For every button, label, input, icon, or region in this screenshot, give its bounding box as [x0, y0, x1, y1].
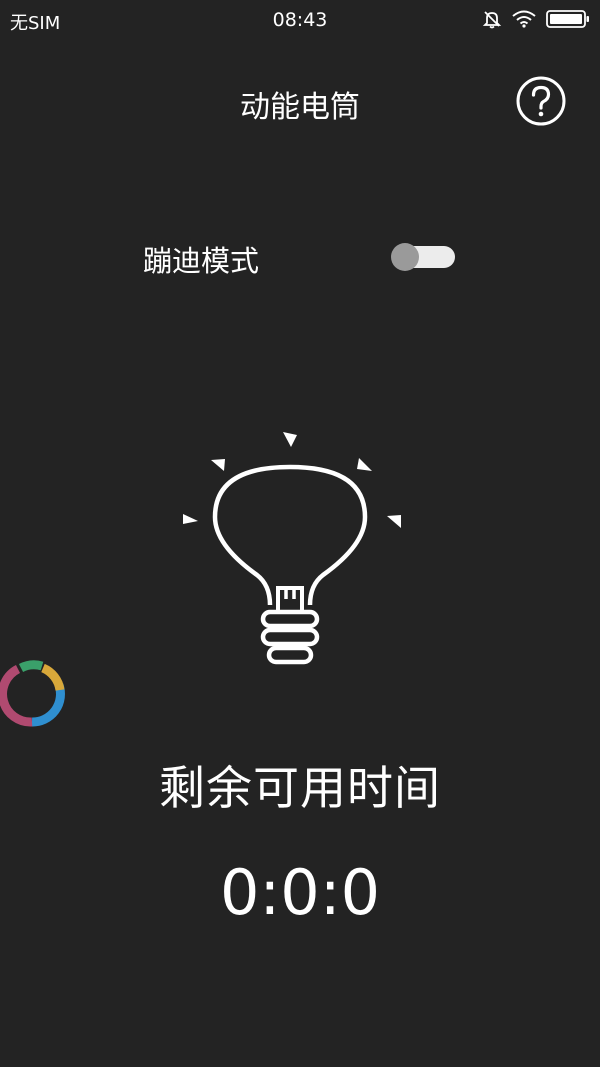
toggle-knob	[391, 243, 419, 271]
mute-bell-icon	[482, 11, 502, 29]
help-circle-icon	[516, 76, 566, 126]
floating-ring-widget[interactable]	[0, 656, 72, 732]
status-icons	[482, 9, 590, 29]
lightbulb-button[interactable]	[175, 425, 425, 685]
status-bar: 无SIM 08:43	[0, 0, 600, 42]
disco-mode-toggle[interactable]	[391, 243, 455, 271]
flashlight-screen: 无SIM 08:43 动能电筒 蹦迪模式 剩余可用时间 0:0:0	[0, 0, 600, 1067]
disco-mode-row: 蹦迪模式	[143, 236, 455, 278]
battery-icon	[546, 10, 589, 28]
remaining-time-label: 剩余可用时间	[159, 761, 441, 815]
ring-widget-icon	[0, 660, 65, 727]
help-button[interactable]	[516, 76, 566, 126]
wifi-icon	[512, 10, 536, 28]
lightbulb-icon	[183, 432, 401, 665]
page-title: 动能电筒	[240, 90, 360, 125]
remaining-time-value: 0:0:0	[219, 856, 381, 929]
disco-mode-label: 蹦迪模式	[143, 244, 260, 278]
